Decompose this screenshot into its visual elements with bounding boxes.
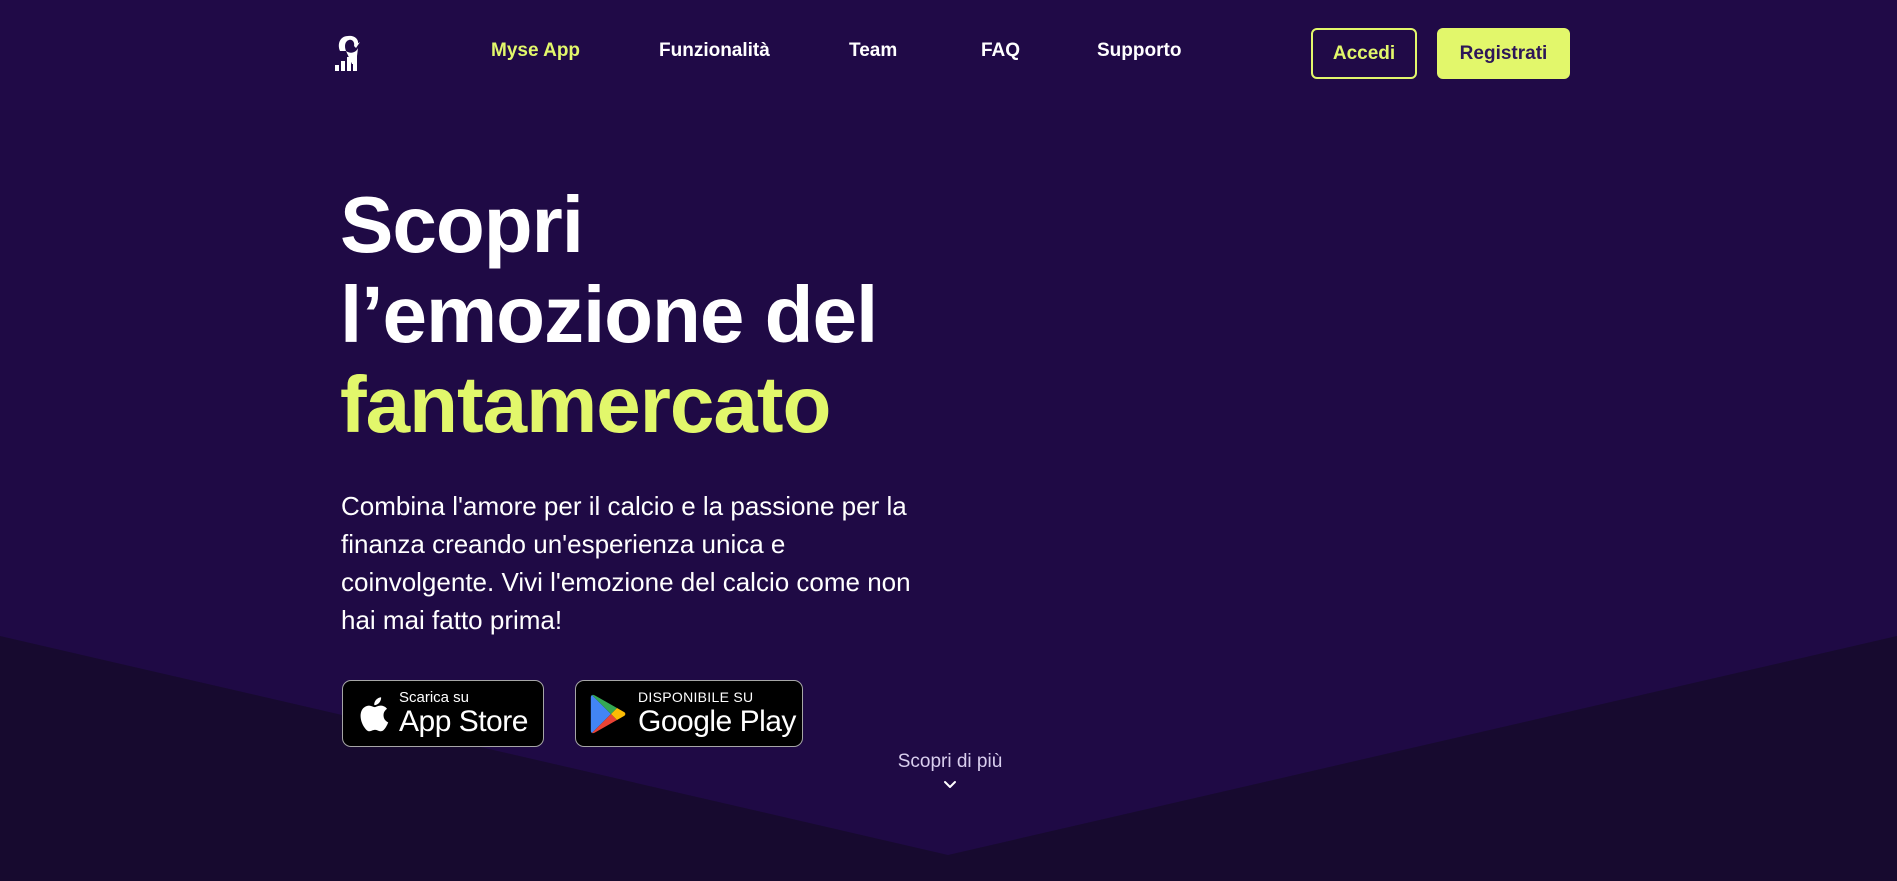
google-play-icon (590, 694, 626, 733)
google-play-big-label: Google Play (638, 705, 796, 738)
nav-link-myse-app[interactable]: Myse App (491, 40, 580, 62)
app-store-text: Scarica su App Store (399, 689, 528, 738)
google-play-text: DISPONIBILE SU Google Play (638, 689, 796, 738)
hero-description: Combina l'amore per il calcio e la passi… (341, 491, 911, 635)
login-button[interactable]: Accedi (1311, 28, 1417, 79)
bird-chart-logo-icon[interactable] (332, 34, 364, 74)
apple-icon (360, 696, 389, 731)
google-play-button[interactable]: DISPONIBILE SU Google Play (575, 680, 803, 747)
chevron-down-icon (944, 781, 956, 788)
scroll-more-link[interactable]: Scopri di più (880, 751, 1020, 791)
scroll-more-label: Scopri di più (897, 751, 1003, 772)
nav-link-funzionalita[interactable]: Funzionalità (659, 40, 770, 62)
google-play-small-label: DISPONIBILE SU (638, 689, 754, 705)
app-store-small-label: Scarica su (399, 689, 470, 706)
nav-link-team[interactable]: Team (849, 40, 897, 62)
hero-title: Scopri l’emozione del fantamercato (340, 180, 960, 450)
register-button[interactable]: Registrati (1437, 28, 1570, 79)
hero-title-line-1: Scopri (340, 180, 584, 269)
nav-link-supporto[interactable]: Supporto (1097, 40, 1181, 62)
hero-title-line-2: l’emozione del (340, 270, 878, 359)
nav-link-faq[interactable]: FAQ (981, 40, 1020, 62)
hero-title-accent: fantamercato (340, 360, 831, 449)
app-store-button[interactable]: Scarica su App Store (342, 680, 544, 747)
top-navigation: Myse App Funzionalità Team FAQ Supporto … (0, 0, 1897, 107)
app-store-big-label: App Store (399, 705, 528, 738)
landing-page: Myse App Funzionalità Team FAQ Supporto … (0, 0, 1897, 881)
